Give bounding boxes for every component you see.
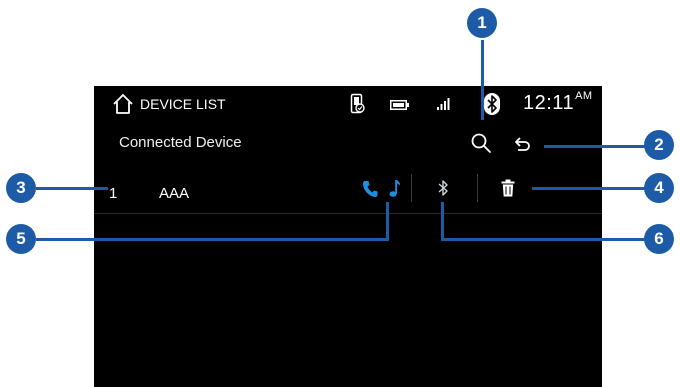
callout-badge-6: 6 — [644, 224, 674, 254]
callout-badge-4: 4 — [644, 173, 674, 203]
callout-line-3 — [36, 187, 108, 190]
trash-icon[interactable] — [501, 179, 515, 197]
callout-line-1 — [481, 40, 484, 120]
callout-badge-1: 1 — [467, 8, 497, 38]
bluetooth-status-icon — [484, 93, 500, 115]
home-icon[interactable] — [112, 93, 134, 115]
row-divider — [411, 174, 412, 202]
clock: 12:11AM — [523, 90, 593, 114]
search-icon[interactable] — [470, 132, 492, 154]
callout-badge-3: 3 — [6, 173, 36, 203]
callout-line-4 — [532, 187, 645, 190]
callout-line-5-vertical — [386, 202, 389, 241]
row-separator — [94, 213, 602, 214]
callout-line-5 — [36, 238, 389, 241]
callout-line-6 — [441, 238, 645, 241]
callout-badge-2: 2 — [644, 130, 674, 160]
head-unit-screen: DEVICE LIST 12:11AM Connected Device 1 A… — [94, 86, 602, 387]
callout-line-6-vertical — [441, 202, 444, 241]
device-name: AAA — [159, 185, 190, 202]
phone-projection-icon — [350, 93, 366, 115]
callout-badge-5: 5 — [6, 224, 36, 254]
connected-device-label: Connected Device — [119, 134, 242, 151]
battery-icon — [390, 100, 410, 110]
device-row[interactable]: 1 AAA — [94, 164, 602, 214]
phone-icon[interactable] — [362, 180, 378, 198]
row-divider — [477, 174, 478, 202]
bluetooth-icon[interactable] — [438, 179, 448, 197]
back-icon[interactable] — [514, 136, 532, 152]
music-note-icon[interactable] — [389, 178, 401, 198]
device-index: 1 — [109, 185, 118, 202]
callout-line-2 — [544, 145, 645, 148]
signal-icon — [437, 97, 451, 110]
page-title: DEVICE LIST — [140, 96, 226, 112]
